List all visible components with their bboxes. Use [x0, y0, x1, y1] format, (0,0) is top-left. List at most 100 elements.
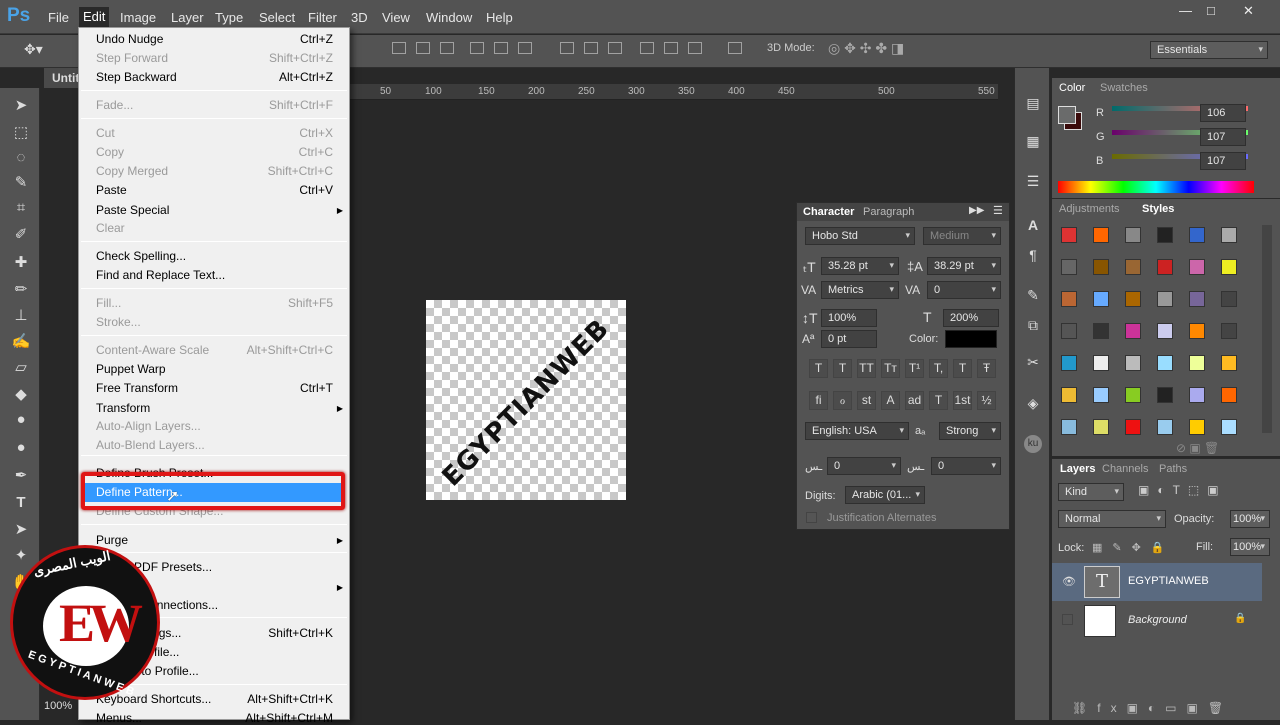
type-style-button[interactable]: Ŧ — [977, 359, 996, 378]
align-bottom-icon[interactable] — [440, 42, 454, 54]
style-swatch[interactable] — [1157, 227, 1173, 243]
tool-presets-icon[interactable]: ✂ — [1024, 353, 1042, 371]
arabic-setting-a[interactable]: 0 — [827, 457, 901, 475]
path-select-icon[interactable]: ➤ — [11, 520, 31, 540]
style-swatch[interactable] — [1157, 355, 1173, 371]
type-style-button[interactable]: T¹ — [905, 359, 924, 378]
style-swatch[interactable] — [1061, 355, 1077, 371]
tracking-field[interactable]: 0 — [927, 281, 1001, 299]
brush-presets-icon[interactable]: ✎ — [1024, 286, 1042, 304]
kuler-icon[interactable]: ku — [1024, 435, 1042, 453]
menu-item-purge[interactable]: Purge — [96, 533, 128, 547]
menu-item-clear[interactable]: Clear — [96, 221, 125, 235]
opentype-button[interactable]: ℴ — [833, 391, 852, 410]
style-swatch[interactable] — [1189, 291, 1205, 307]
style-swatch[interactable] — [1125, 355, 1141, 371]
layer-filter-select[interactable]: Kind — [1058, 483, 1124, 501]
style-swatch[interactable] — [1189, 419, 1205, 435]
menu-item-step-backward[interactable]: Step Backward — [96, 70, 177, 84]
collapse-panel-icon[interactable]: ▶▶ — [969, 205, 984, 216]
style-swatch[interactable] — [1189, 259, 1205, 275]
quick-select-tool-icon[interactable]: ✎ — [11, 173, 31, 193]
marquee-tool-icon[interactable]: ⬚ — [11, 123, 31, 143]
b-value-field[interactable]: 107 — [1200, 152, 1246, 170]
align-vcenter-icon[interactable] — [416, 42, 430, 54]
style-swatch[interactable] — [1221, 419, 1237, 435]
blend-mode-select[interactable]: Normal — [1058, 510, 1166, 528]
style-swatch[interactable] — [1189, 323, 1205, 339]
tab-layers[interactable]: Layers — [1060, 463, 1095, 475]
lasso-tool-icon[interactable]: ◌ — [11, 148, 31, 168]
menu-item-paste-special[interactable]: Paste Special — [96, 203, 169, 217]
menu-item-check-spelling[interactable]: Check Spelling... — [96, 249, 186, 263]
style-swatch[interactable] — [1189, 227, 1205, 243]
move-tool-icon[interactable]: ➤ — [11, 96, 31, 116]
tab-color[interactable]: Color — [1059, 82, 1085, 94]
menu-image[interactable]: Image — [116, 9, 160, 26]
tab-styles[interactable]: Styles — [1142, 203, 1174, 215]
style-swatch[interactable] — [1157, 387, 1173, 403]
menu-help[interactable]: Help — [482, 9, 517, 26]
healing-brush-icon[interactable]: ✚ — [11, 253, 31, 273]
opentype-button[interactable]: fi — [809, 391, 828, 410]
distribute-vcenter-icon[interactable] — [584, 42, 598, 54]
paragraph-panel-icon[interactable]: ¶ — [1024, 246, 1042, 264]
menu-item-menus[interactable]: Menus... — [96, 711, 142, 725]
dodge-tool-icon[interactable]: ● — [11, 438, 31, 458]
menu-item-auto-blend-layers[interactable]: Auto-Blend Layers... — [96, 438, 205, 452]
style-swatch[interactable] — [1093, 259, 1109, 275]
tab-character[interactable]: Character — [803, 206, 854, 218]
menu-item-find-and-replace-text[interactable]: Find and Replace Text... — [96, 268, 225, 282]
clone-source-icon[interactable]: ⧉ — [1024, 316, 1042, 334]
arabic-setting-b[interactable]: 0 — [931, 457, 1001, 475]
layer-row-egyptianweb[interactable]: 👁 T EGYPTIANWEB — [1052, 563, 1262, 601]
style-swatch[interactable] — [1125, 227, 1141, 243]
language-select[interactable]: English: USA — [805, 422, 909, 440]
style-swatch[interactable] — [1221, 355, 1237, 371]
type-style-button[interactable]: T — [833, 359, 852, 378]
type-style-button[interactable]: TT — [857, 359, 876, 378]
type-style-button[interactable]: Tт — [881, 359, 900, 378]
3d-panel-icon[interactable]: ◈ — [1024, 394, 1042, 412]
opacity-field[interactable]: 100% — [1230, 510, 1270, 528]
pen-tool-icon[interactable]: ✒ — [11, 466, 31, 486]
menu-window[interactable]: Window — [422, 9, 476, 26]
menu-item-fade[interactable]: Fade... — [96, 98, 133, 112]
vertical-scale-field[interactable]: 100% — [821, 309, 877, 327]
font-family-select[interactable]: Hobo Std — [805, 227, 915, 245]
color-spectrum[interactable] — [1058, 181, 1254, 193]
style-swatch[interactable] — [1061, 227, 1077, 243]
baseline-shift-field[interactable]: 0 pt — [821, 330, 877, 348]
style-swatch[interactable] — [1061, 259, 1077, 275]
menu-item-free-transform[interactable]: Free Transform — [96, 381, 178, 395]
menu-select[interactable]: Select — [255, 9, 299, 26]
maximize-button[interactable]: □ — [1207, 3, 1215, 18]
paint-bucket-icon[interactable]: ◆ — [11, 385, 31, 405]
style-swatch[interactable] — [1221, 323, 1237, 339]
lock-icons[interactable]: ▦✎✥🔒 — [1092, 541, 1175, 554]
menu-item-transform[interactable]: Transform — [96, 401, 150, 415]
font-style-select[interactable]: Medium — [923, 227, 1001, 245]
style-swatch[interactable] — [1061, 323, 1077, 339]
font-size-field[interactable]: 35.28 pt — [821, 257, 899, 275]
style-swatch[interactable] — [1157, 259, 1173, 275]
properties-icon[interactable]: ▦ — [1024, 132, 1042, 150]
style-swatch[interactable] — [1061, 291, 1077, 307]
style-swatch[interactable] — [1189, 355, 1205, 371]
digits-select[interactable]: Arabic (01... — [845, 486, 925, 504]
style-swatch[interactable] — [1093, 355, 1109, 371]
distribute-hcenter-icon[interactable] — [664, 42, 678, 54]
tab-paths[interactable]: Paths — [1159, 463, 1187, 475]
style-swatch[interactable] — [1125, 387, 1141, 403]
clone-stamp-icon[interactable]: ⊥ — [11, 306, 31, 326]
style-swatch[interactable] — [1093, 291, 1109, 307]
menu-item-paste[interactable]: Paste — [96, 183, 127, 197]
3d-tools-icons[interactable]: ◎ ✥ ✣ ✤ ◨ — [828, 40, 904, 57]
style-swatch[interactable] — [1221, 387, 1237, 403]
kerning-field[interactable]: Metrics — [821, 281, 899, 299]
type-style-button[interactable]: T — [809, 359, 828, 378]
menu-3d[interactable]: 3D — [347, 9, 372, 26]
menu-type[interactable]: Type — [211, 9, 247, 26]
type-style-button[interactable]: T, — [929, 359, 948, 378]
layer-name[interactable]: EGYPTIANWEB — [1128, 575, 1209, 587]
